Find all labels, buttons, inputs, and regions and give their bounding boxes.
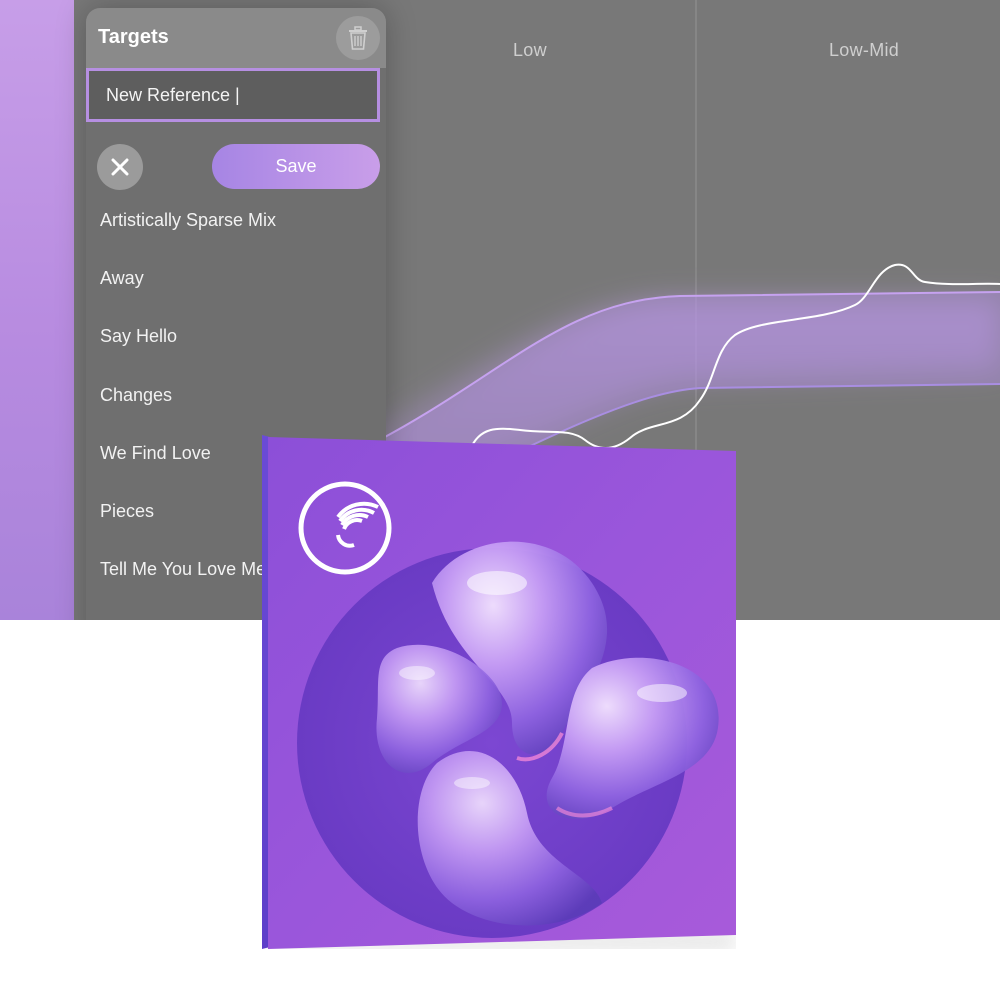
reference-name-input[interactable]: New Reference | bbox=[86, 68, 380, 122]
target-list-item[interactable]: Away bbox=[100, 268, 144, 289]
band-label-low-mid: Low-Mid bbox=[829, 40, 900, 60]
target-list-item[interactable]: Artistically Sparse Mix bbox=[100, 210, 276, 231]
reference-name-value: New Reference | bbox=[106, 85, 240, 105]
target-list-item[interactable]: Say Hello bbox=[100, 326, 177, 347]
product-box-art bbox=[262, 435, 736, 949]
target-list-item[interactable]: Pieces bbox=[100, 501, 154, 522]
targets-title: Targets bbox=[98, 26, 169, 48]
save-button-label: Save bbox=[275, 156, 317, 176]
target-list-item[interactable]: Tell Me You Love Me bbox=[100, 559, 266, 580]
delete-button[interactable] bbox=[336, 16, 380, 60]
save-button[interactable]: Save bbox=[212, 144, 380, 189]
cancel-button[interactable] bbox=[97, 144, 143, 190]
product-box bbox=[262, 433, 736, 949]
target-list-item[interactable]: Changes bbox=[100, 385, 172, 406]
targets-panel-header: Targets bbox=[86, 8, 386, 68]
trash-icon bbox=[349, 26, 367, 50]
band-label-low: Low bbox=[513, 40, 547, 60]
target-list-item[interactable]: We Find Love bbox=[100, 443, 211, 464]
close-icon bbox=[111, 158, 129, 176]
